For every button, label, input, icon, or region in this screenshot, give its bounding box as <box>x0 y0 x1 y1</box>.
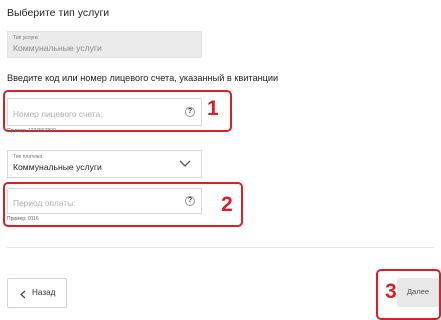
payment-type-label: Тип платежа <box>13 154 43 160</box>
annotation-number-2: 2 <box>221 193 233 216</box>
payment-type-value: Коммунальные услуги <box>13 162 102 172</box>
account-number-input[interactable]: Номер лицевого счета: ? <box>7 98 202 126</box>
annotation-number-1: 1 <box>207 97 219 120</box>
service-type-title: Выберите тип услуги <box>7 7 110 19</box>
divider <box>7 247 434 248</box>
annotation-number-3: 3 <box>385 280 397 303</box>
account-number-hint: Пример: 1234567890 <box>7 128 56 134</box>
chevron-left-icon <box>20 290 26 299</box>
payment-period-placeholder: Период оплаты: <box>13 198 76 208</box>
payment-period-input[interactable]: Период оплаты: ? <box>7 188 202 214</box>
account-section-title: Введите код или номер лицевого счета, ук… <box>7 73 279 83</box>
back-button-label: Назад <box>32 288 56 297</box>
payment-period-hint: Пример: 0116 <box>7 216 39 222</box>
account-number-placeholder: Номер лицевого счета: <box>13 109 103 119</box>
service-type-value: Коммунальные услуги <box>13 43 102 53</box>
next-button[interactable]: Далее <box>397 278 439 307</box>
help-icon[interactable]: ? <box>185 107 195 117</box>
help-icon[interactable]: ? <box>185 196 195 206</box>
service-type-field[interactable]: Тип услуги Коммунальные услуги <box>7 31 202 58</box>
back-button[interactable]: Назад <box>7 278 67 308</box>
payment-type-select[interactable]: Тип платежа Коммунальные услуги <box>7 150 202 178</box>
chevron-down-icon <box>179 160 191 167</box>
service-type-label: Тип услуги <box>13 35 38 41</box>
next-button-label: Далее <box>406 287 430 296</box>
